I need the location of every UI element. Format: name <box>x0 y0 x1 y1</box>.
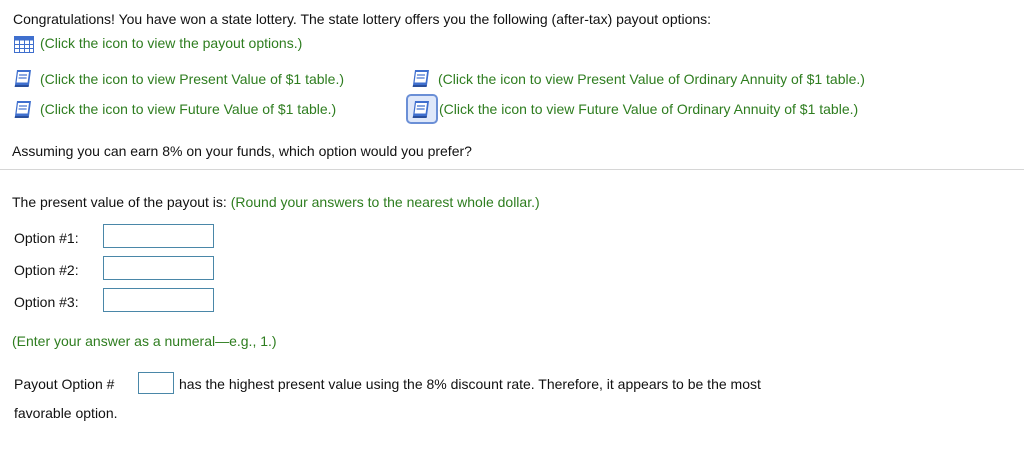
intro-text: Congratulations! You have won a state lo… <box>13 11 712 27</box>
table-grid-icon[interactable] <box>14 36 34 53</box>
option-2-label: Option #2: <box>14 262 79 278</box>
rounding-hint: (Round your answers to the nearest whole… <box>230 194 540 210</box>
pv-prompt-text: The present value of the payout is: <box>12 194 227 210</box>
pv-single-table-link[interactable]: (Click the icon to view Present Value of… <box>40 71 344 87</box>
book-icon[interactable] <box>406 94 438 124</box>
fv-annuity-table-link[interactable]: (Click the icon to view Future Value of … <box>439 101 858 117</box>
section-divider <box>0 169 1024 170</box>
option-3-input[interactable] <box>103 288 214 312</box>
question-page: Congratulations! You have won a state lo… <box>0 0 1024 457</box>
book-icon[interactable] <box>411 68 433 88</box>
payout-option-input[interactable] <box>138 372 174 394</box>
book-icon[interactable] <box>13 99 35 119</box>
book-icon[interactable] <box>13 68 35 88</box>
pv-prompt: The present value of the payout is: (Rou… <box>12 194 540 210</box>
pv-annuity-table-link[interactable]: (Click the icon to view Present Value of… <box>438 71 865 87</box>
conclusion-prefix: Payout Option # <box>14 376 115 392</box>
conclusion-line2: favorable option. <box>14 405 118 421</box>
numeral-hint: (Enter your answer as a numeral—e.g., 1.… <box>12 333 277 349</box>
payout-options-link[interactable]: (Click the icon to view the payout optio… <box>40 35 302 51</box>
question-text: Assuming you can earn 8% on your funds, … <box>12 143 472 159</box>
option-1-label: Option #1: <box>14 230 79 246</box>
option-2-input[interactable] <box>103 256 214 280</box>
fv-single-table-link[interactable]: (Click the icon to view Future Value of … <box>40 101 336 117</box>
conclusion-suffix: has the highest present value using the … <box>179 376 761 392</box>
option-3-label: Option #3: <box>14 294 79 310</box>
option-1-input[interactable] <box>103 224 214 248</box>
